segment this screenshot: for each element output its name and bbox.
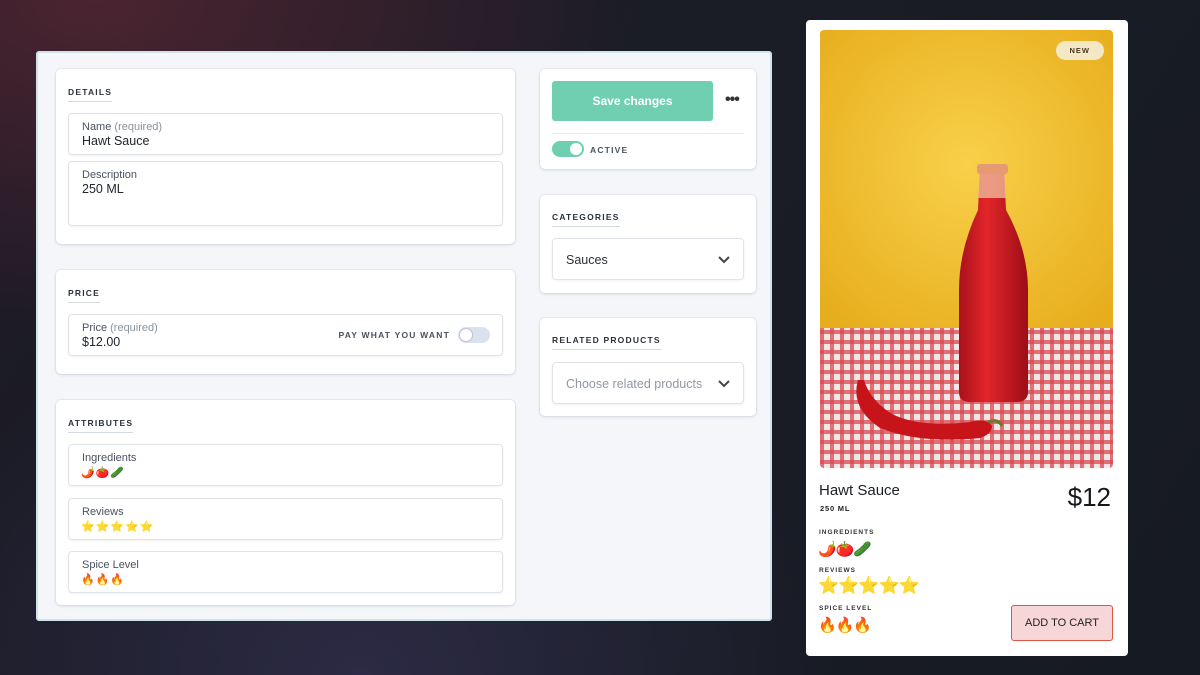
price-value: $12.00 bbox=[82, 335, 121, 349]
description-label: Description bbox=[82, 169, 138, 181]
attribute-spice-level[interactable]: Spice Level 🔥🔥🔥 bbox=[68, 551, 503, 593]
related-products-placeholder: Choose related products bbox=[566, 377, 703, 391]
attribute-value: 🔥🔥🔥 bbox=[81, 574, 126, 586]
categories-title: CATEGORIES bbox=[552, 212, 620, 227]
description-value: 250 ML bbox=[82, 182, 124, 196]
categories-card: CATEGORIES Sauces bbox=[540, 195, 756, 293]
attribute-value: 🌶️🍅🥒 bbox=[81, 467, 126, 479]
price-required: (required) bbox=[110, 322, 158, 334]
related-products-select[interactable]: Choose related products bbox=[552, 362, 744, 404]
spice-level-label: SPICE LEVEL bbox=[819, 605, 873, 612]
price-card: PRICE Price (required) $12.00 PAY WHAT Y… bbox=[56, 270, 515, 374]
toggle-knob bbox=[570, 143, 582, 155]
related-products-card: RELATED PRODUCTS Choose related products bbox=[540, 318, 756, 416]
attribute-reviews[interactable]: Reviews ⭐⭐⭐⭐⭐ bbox=[68, 498, 503, 540]
chevron-down-icon bbox=[718, 256, 730, 264]
name-required: (required) bbox=[114, 121, 163, 133]
details-card: DETAILS Name (required) Hawt Sauce Descr… bbox=[56, 69, 515, 244]
preview-description: 250 ML bbox=[820, 504, 851, 513]
product-editor: DETAILS Name (required) Hawt Sauce Descr… bbox=[36, 51, 772, 621]
price-field[interactable]: Price (required) $12.00 PAY WHAT YOU WAN… bbox=[68, 314, 503, 356]
preview-name: Hawt Sauce bbox=[819, 482, 900, 499]
new-badge: NEW bbox=[1055, 41, 1104, 60]
hot-sauce-photo bbox=[820, 30, 1113, 468]
save-button[interactable]: Save changes bbox=[552, 81, 713, 121]
attributes-title: ATTRIBUTES bbox=[68, 418, 133, 433]
ingredients-value: 🌶️🍅🥒 bbox=[818, 541, 872, 558]
more-options-icon[interactable]: ••• bbox=[725, 91, 740, 109]
related-products-title: RELATED PRODUCTS bbox=[552, 335, 661, 350]
attribute-label: Ingredients bbox=[82, 452, 137, 464]
reviews-value: ⭐⭐⭐⭐⭐ bbox=[818, 576, 920, 595]
category-selected: Sauces bbox=[566, 253, 608, 267]
price-label: Price bbox=[82, 322, 108, 334]
toggle-knob bbox=[460, 329, 472, 341]
pay-what-you-want-toggle[interactable] bbox=[458, 327, 490, 343]
product-preview-card: NEW Hawt Sauce 250 ML $12 INGREDIENTS 🌶️… bbox=[806, 20, 1128, 656]
actions-card: Save changes ••• ACTIVE bbox=[540, 69, 756, 169]
price-title: PRICE bbox=[68, 288, 100, 303]
name-label: Name bbox=[82, 121, 112, 133]
divider bbox=[552, 133, 744, 134]
attribute-label: Reviews bbox=[82, 506, 124, 518]
description-field[interactable]: Description 250 ML bbox=[68, 161, 503, 226]
attributes-card: ATTRIBUTES Ingredients 🌶️🍅🥒 Reviews ⭐⭐⭐⭐… bbox=[56, 400, 515, 605]
reviews-label: REVIEWS bbox=[819, 567, 856, 574]
chevron-down-icon bbox=[718, 380, 730, 388]
pay-what-you-want-label: PAY WHAT YOU WANT bbox=[338, 330, 450, 340]
add-to-cart-button[interactable]: ADD TO CART bbox=[1011, 605, 1113, 641]
name-value: Hawt Sauce bbox=[82, 134, 150, 148]
preview-price: $12 bbox=[1067, 482, 1111, 512]
attribute-label: Spice Level bbox=[82, 559, 139, 571]
details-title: DETAILS bbox=[68, 87, 112, 102]
active-toggle[interactable] bbox=[552, 141, 584, 157]
active-label: ACTIVE bbox=[590, 145, 629, 155]
product-image: NEW bbox=[820, 30, 1113, 468]
spice-level-value: 🔥🔥🔥 bbox=[818, 617, 872, 634]
ingredients-label: INGREDIENTS bbox=[819, 529, 875, 536]
attribute-value: ⭐⭐⭐⭐⭐ bbox=[81, 521, 155, 533]
category-select[interactable]: Sauces bbox=[552, 238, 744, 280]
name-field[interactable]: Name (required) Hawt Sauce bbox=[68, 113, 503, 155]
attribute-ingredients[interactable]: Ingredients 🌶️🍅🥒 bbox=[68, 444, 503, 486]
